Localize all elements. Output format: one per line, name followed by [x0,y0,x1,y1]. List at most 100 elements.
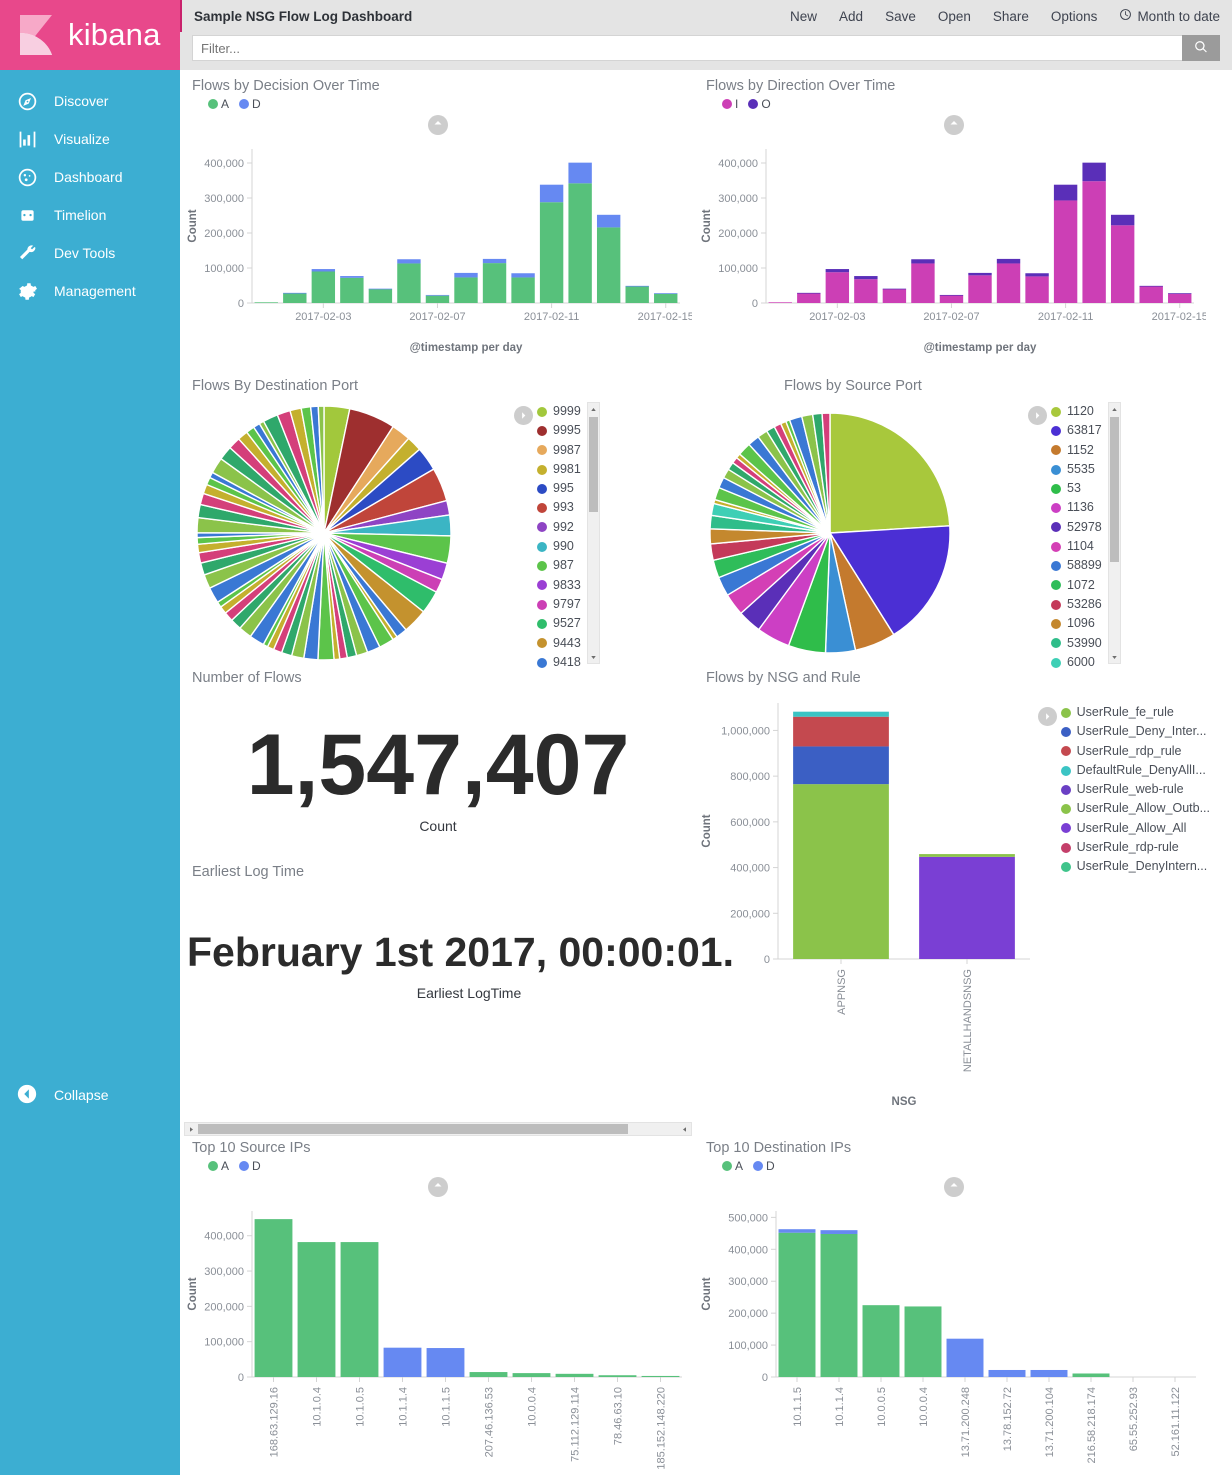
scroll-up-icon[interactable] [1109,403,1120,415]
legend-item[interactable]: 9995 [537,421,581,440]
sidebar-item-timelion[interactable]: Timelion [0,196,180,234]
legend-item[interactable]: 9797 [537,595,581,614]
collapse-sidebar-button[interactable]: Collapse [0,1073,180,1117]
wrench-icon [16,242,38,264]
scroll-down-icon[interactable] [1109,651,1120,663]
panel-collapse-toggle[interactable] [428,115,448,135]
scroll-left-icon[interactable] [185,1123,198,1135]
legend-item[interactable]: 987 [537,556,581,575]
legend-item[interactable]: I [722,97,738,111]
legend-item[interactable]: UserRule_DenyIntern... [1060,857,1210,876]
legend-item[interactable]: 993 [537,498,581,517]
legend-item[interactable]: 1136 [1051,498,1102,517]
legend-item[interactable]: D [239,1159,261,1173]
menu-open[interactable]: Open [938,9,971,24]
legend-label: UserRule_Allow_All [1076,820,1187,835]
legend-item[interactable]: O [748,97,771,111]
panel-collapse-toggle[interactable] [944,1177,964,1197]
legend-item[interactable]: 5535 [1051,460,1102,479]
legend-item[interactable]: A [208,1159,229,1173]
panel-title: Flows by Source Port [784,378,922,394]
legend-scrollbar[interactable] [1107,402,1121,664]
bar-chart-top-dest-ips[interactable]: 0 100,000 200,000 300,000 400,000 500,000 Coun… [698,1197,1206,1475]
svg-text:2017-02-03: 2017-02-03 [809,311,865,323]
horizontal-scrollbar[interactable] [184,1122,692,1136]
scroll-right-icon[interactable] [678,1123,691,1135]
legend-item[interactable]: UserRule_fe_rule [1060,703,1210,722]
legend-swatch [1060,765,1071,776]
panel-collapse-toggle[interactable] [428,1177,448,1197]
sidebar-item-dashboard[interactable]: Dashboard [0,158,180,196]
scrollbar-thumb[interactable] [198,1124,628,1134]
legend-scrollbar[interactable] [586,402,600,664]
legend-item[interactable]: 1152 [1051,441,1102,460]
legend-item[interactable]: 9833 [537,576,581,595]
bar-chart-nsg-rule[interactable]: 0 200,000 400,000 600,000 800,000 1,000,000 Co… [698,689,1038,1109]
bar-chart-direction[interactable]: 0 100,000 200,000 300,000 400,000 Count 2017-0… [698,135,1206,355]
legend-item[interactable]: UserRule_rdp-rule [1060,838,1210,857]
sidebar-item-dev-tools[interactable]: Dev Tools [0,234,180,272]
bar-chart-top-source-ips[interactable]: 0 100,000 200,000 300,000 400,000 Count 168.63… [184,1197,692,1475]
legend-item[interactable]: 9443 [537,634,581,653]
brand-logo[interactable]: kibana [0,0,180,70]
legend-item[interactable]: 52978 [1051,518,1102,537]
legend-label: D [252,1159,261,1173]
legend-item[interactable]: 990 [537,537,581,556]
legend-item[interactable]: 1096 [1051,614,1102,633]
legend-item[interactable]: 63817 [1051,421,1102,440]
legend-item[interactable]: 58899 [1051,556,1102,575]
menu-save[interactable]: Save [885,9,916,24]
legend-item[interactable]: 1072 [1051,576,1102,595]
menu-add[interactable]: Add [839,9,863,24]
scrollbar-thumb[interactable] [588,417,598,512]
menu-share[interactable]: Share [993,9,1029,24]
legend-label: UserRule_fe_rule [1076,705,1174,719]
time-range-picker[interactable]: Month to date [1119,8,1220,24]
top-menu: New Add Save Open Share Options Month to… [790,8,1220,24]
legend-item[interactable]: 1120 [1051,402,1102,421]
scrollbar-thumb[interactable] [1109,417,1119,562]
legend-item[interactable]: DefaultRule_DenyAllI... [1060,761,1210,780]
sidebar-item-discover[interactable]: Discover [0,82,180,120]
panel-collapse-toggle[interactable] [944,115,964,135]
legend-item[interactable]: A [208,97,229,111]
scroll-down-icon[interactable] [588,651,599,663]
legend-item[interactable]: UserRule_web-rule [1060,780,1210,799]
legend-expand-toggle[interactable] [1037,707,1057,726]
scroll-up-icon[interactable] [588,403,599,415]
legend-item[interactable]: A [722,1159,743,1173]
legend-expand-toggle[interactable] [1028,406,1047,425]
legend-label: 52978 [1067,519,1102,534]
sidebar-item-management[interactable]: Management [0,272,180,310]
legend-item[interactable]: 53286 [1051,595,1102,614]
pie-chart-dest-port[interactable] [184,402,514,664]
legend-item[interactable]: 53 [1051,479,1102,498]
legend-item[interactable]: 9987 [537,441,581,460]
menu-options[interactable]: Options [1051,9,1098,24]
sidebar-item-visualize[interactable]: Visualize [0,120,180,158]
legend-item[interactable]: 1104 [1051,537,1102,556]
legend-item[interactable]: 995 [537,479,581,498]
svg-text:10.1.1.4: 10.1.1.4 [834,1387,846,1427]
legend-item[interactable]: 9981 [537,460,581,479]
legend-label: 995 [553,481,574,496]
legend-item[interactable]: 53990 [1051,634,1102,653]
legend-item[interactable]: D [239,97,261,111]
pie-chart-source-port[interactable] [698,402,1028,664]
legend-item[interactable]: 9527 [537,614,581,633]
legend-item[interactable]: D [753,1159,775,1173]
bar-chart-decision[interactable]: 0 100,000 200,000 300,000 400,000 Count 2017-0… [184,135,692,355]
search-button[interactable] [1182,35,1220,61]
svg-text:200,000: 200,000 [728,1308,768,1320]
svg-text:10.1.1.4: 10.1.1.4 [398,1387,410,1427]
search-input[interactable] [192,35,1182,61]
legend-item[interactable]: UserRule_Allow_All [1060,819,1210,838]
pie-slice[interactable] [829,412,951,534]
legend-expand-toggle[interactable] [514,406,533,425]
legend-item[interactable]: 992 [537,518,581,537]
legend-item[interactable]: UserRule_rdp_rule [1060,742,1210,761]
menu-new[interactable]: New [790,9,817,24]
legend-item[interactable]: UserRule_Deny_Inter... [1060,722,1210,741]
legend-item[interactable]: UserRule_Allow_Outb... [1060,799,1210,818]
legend-item[interactable]: 9999 [537,402,581,421]
